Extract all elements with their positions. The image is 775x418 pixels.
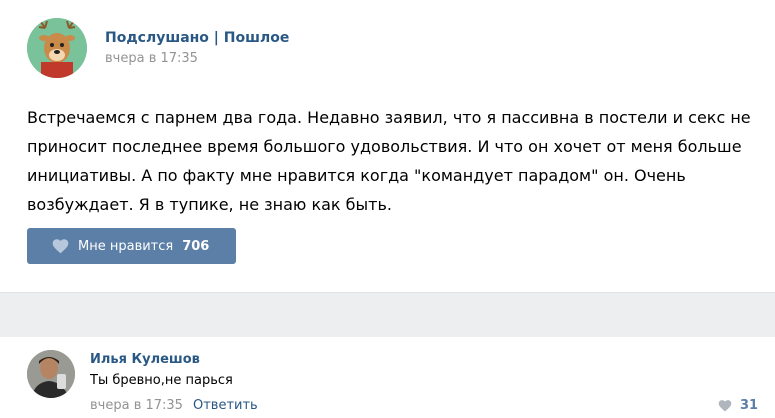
deer-avatar-icon: [27, 18, 87, 78]
reply-button[interactable]: Ответить: [193, 398, 258, 413]
like-label: Мне нравится: [78, 238, 174, 254]
comment-author-link[interactable]: Илья Кулешов: [90, 352, 200, 367]
comment-timestamp[interactable]: вчера в 17:35: [90, 398, 183, 413]
user-avatar[interactable]: [27, 350, 75, 398]
user-photo-avatar: [27, 350, 75, 398]
group-avatar[interactable]: [27, 18, 87, 78]
post-text: Встречаемся с парнем два года. Недавно з…: [27, 108, 751, 214]
group-name-link[interactable]: Подслушано | Пошлое: [105, 30, 289, 46]
comment-like-count: 31: [740, 398, 759, 413]
post-timestamp[interactable]: вчера в 17:35: [105, 51, 198, 66]
like-button[interactable]: Мне нравится 706: [27, 228, 236, 264]
comment-text: Ты бревно,не парься: [90, 373, 233, 388]
post-card: Подслушано | Пошлое вчера в 17:35 Встреч…: [0, 0, 775, 292]
heart-icon: [52, 238, 69, 253]
like-count: 706: [182, 238, 210, 254]
comment-like-button[interactable]: 31: [718, 398, 758, 413]
heart-icon: [718, 399, 732, 411]
section-divider: [0, 292, 775, 337]
comment-item: Илья Кулешов Ты бревно,не парься вчера в…: [0, 337, 775, 418]
